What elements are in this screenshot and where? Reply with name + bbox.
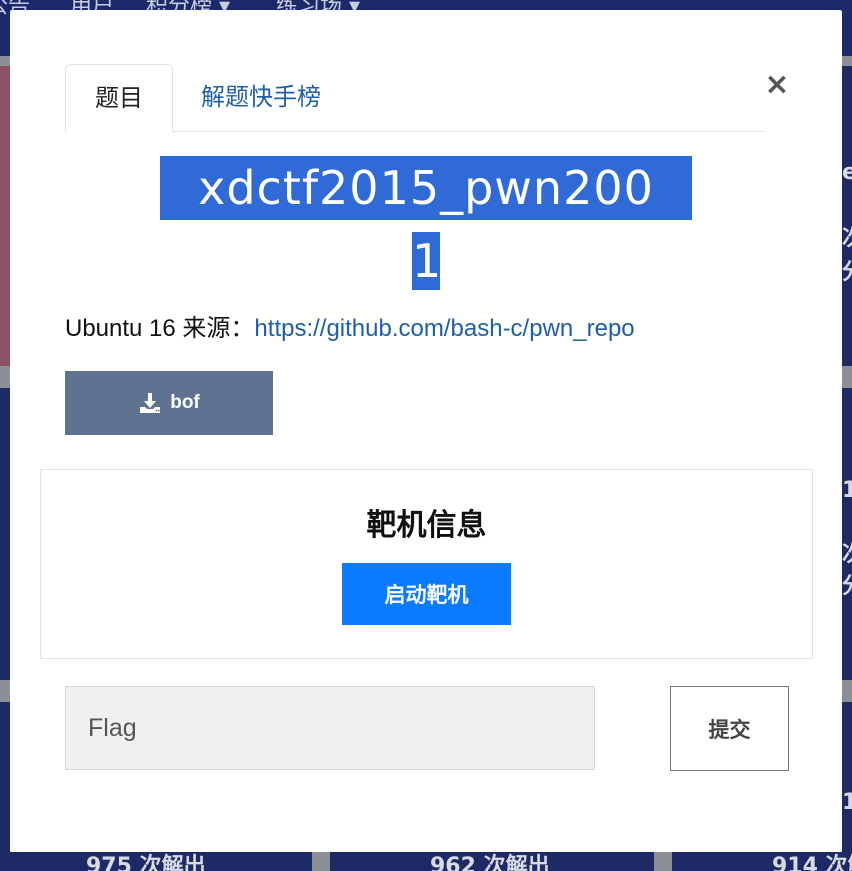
bg-card [0,388,10,680]
challenge-title-line-1: xdctf2015_pwn200 [160,156,692,220]
bg-card [842,388,852,680]
challenge-title-line-2: 1 [412,232,443,290]
target-machine-panel: 靶机信息 启动靶机 [40,469,813,659]
start-target-button[interactable]: 启动靶机 [342,563,511,625]
challenge-description: Ubuntu 16 来源：https://github.com/bash-c/p… [65,308,635,343]
tab-speed-ranking[interactable]: 解题快手榜 [201,64,321,132]
flag-input[interactable] [65,686,595,770]
bg-side-text: e [842,160,852,185]
download-file-label: bof [170,392,200,413]
bg-side-text: 1 [842,478,852,503]
challenge-title: xdctf2015_pwn200 1 [10,156,842,290]
bg-card: 975 次解出 [10,852,312,871]
bg-card: 914 次解出 [672,852,852,871]
download-icon [140,393,161,413]
bg-side-text: 1 [842,790,852,815]
download-file-button[interactable]: bof [65,371,273,435]
target-machine-title: 靶机信息 [366,508,487,543]
tab-challenge[interactable]: 题目 [65,64,173,133]
bg-side-text: 分 [842,568,852,600]
bg-side-text: 次 [842,220,852,252]
modal-tabs: 题目 解题快手榜 [65,64,765,133]
bg-card [0,702,10,871]
description-text: Ubuntu 16 来源： [65,315,255,342]
close-icon[interactable]: × [762,68,792,102]
bg-card [842,66,852,366]
bg-side-text: 次 [842,536,852,568]
bg-card [0,66,10,366]
bg-card [842,702,852,871]
bg-side-text: 分 [842,254,852,286]
challenge-modal: 题目 解题快手榜 × xdctf2015_pwn200 1 Ubuntu 16 … [10,10,842,852]
source-link[interactable]: https://github.com/bash-c/pwn_repo [254,315,634,342]
bg-card: 962 次解出 [330,852,654,871]
submit-flag-button[interactable]: 提交 [670,686,789,771]
